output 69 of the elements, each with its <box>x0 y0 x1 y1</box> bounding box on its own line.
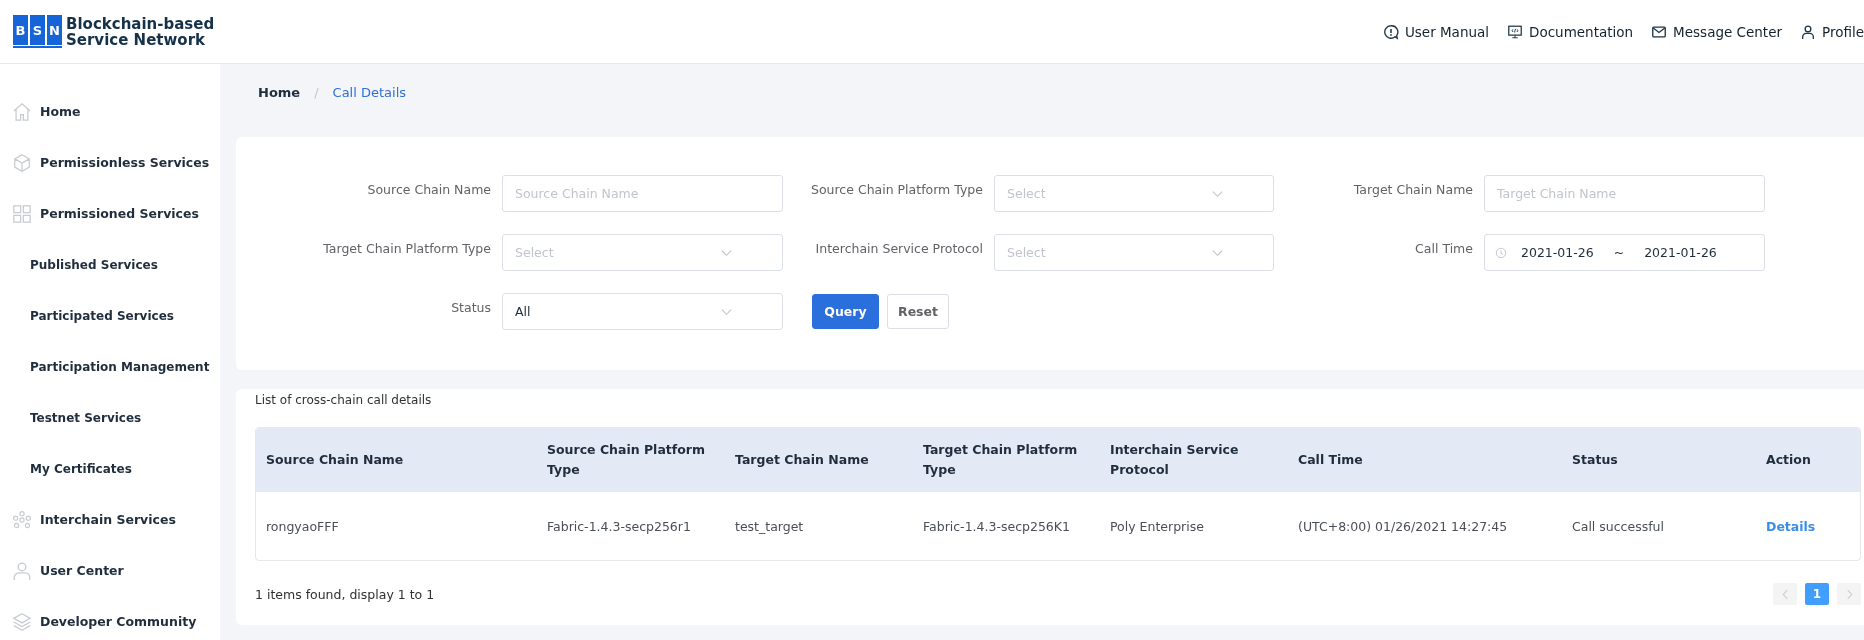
text-field[interactable]: Source Chain Name <box>502 175 783 212</box>
column-header: Interchain Service Protocol <box>1110 441 1240 479</box>
sidebar-subitem[interactable]: Testnet Services <box>0 392 220 443</box>
column-header: Source Chain Platform Type <box>547 441 706 479</box>
chevron-down-icon <box>1212 189 1223 198</box>
header-link[interactable]: User Manual <box>1382 23 1490 40</box>
clock-icon <box>1495 246 1507 259</box>
column-header: Action <box>1766 451 1812 469</box>
field-label: Call Time <box>1414 240 1474 256</box>
field-label: Target Chain Platform Type <box>322 240 492 256</box>
column-header: Source Chain Name <box>266 451 405 469</box>
sidebar-subitem[interactable]: Participation Management <box>0 341 220 392</box>
network-icon <box>12 509 32 530</box>
table-cell-text: rongyaoFFF <box>266 518 340 534</box>
user-icon <box>1800 23 1816 40</box>
select-field[interactable]: All <box>502 293 783 330</box>
result-summary: 1 items found, display 1 to 1 <box>255 586 435 602</box>
table-cell-text: test_target <box>735 518 805 534</box>
chevron-down-icon <box>721 248 732 257</box>
table-title: List of cross-chain call details <box>255 393 433 407</box>
column-header: Target Chain Platform Type <box>923 441 1079 479</box>
user-icon <box>12 560 32 581</box>
header-link[interactable]: Profile <box>1800 23 1864 40</box>
table-cell-text: (UTC+8:00) 01/26/2021 14:27:45 <box>1298 518 1509 534</box>
header-link[interactable]: Message Center <box>1651 23 1782 40</box>
chevron-left-icon <box>1781 588 1789 600</box>
envelope-icon <box>1651 23 1668 40</box>
date-range-field[interactable]: 2021-01-26 ~ 2021-01-26 <box>1484 234 1765 271</box>
logo-letter: N <box>47 15 62 45</box>
header-link[interactable]: Documentation <box>1507 23 1634 40</box>
chevron-down-icon <box>721 307 732 316</box>
house-icon <box>12 101 32 122</box>
field-label: Source Chain Platform Type <box>810 181 984 197</box>
text-field[interactable]: Target Chain Name <box>1484 175 1765 212</box>
query-button[interactable]: Query <box>812 294 879 329</box>
column-header: Call Time <box>1298 451 1364 469</box>
sidebar-subitem[interactable]: Participated Services <box>0 290 220 341</box>
field-label: Target Chain Name <box>1352 181 1474 197</box>
layers-icon <box>12 611 32 632</box>
column-header: Status <box>1572 451 1619 469</box>
sidebar-item[interactable]: Home <box>0 86 220 137</box>
cube-icon <box>12 152 32 173</box>
sidebar-item[interactable]: Permissionless Services <box>0 137 220 188</box>
sidebar-item[interactable]: Developer Community <box>0 596 220 640</box>
grid-icon <box>12 203 32 224</box>
table-cell-text: Fabric-1.4.3-secp256r1 <box>547 518 692 534</box>
table-cell-text: Poly Enterprise <box>1110 518 1205 534</box>
monitor-code-icon <box>1507 23 1524 40</box>
table-cell-text: Call successful <box>1572 518 1665 534</box>
sidebar-item[interactable]: Interchain Services <box>0 494 220 545</box>
column-header: Target Chain Name <box>735 451 870 469</box>
breadcrumb-link[interactable]: Call Details <box>332 84 407 100</box>
field-label: Interchain Service Protocol <box>814 240 984 256</box>
logo-title: Blockchain-based Service Network <box>66 15 215 48</box>
sidebar-item[interactable]: User Center <box>0 545 220 596</box>
logo-letter: S <box>30 15 45 45</box>
field-label: Status <box>450 299 492 315</box>
help-icon <box>1382 23 1399 40</box>
chevron-down-icon <box>1212 248 1223 257</box>
sidebar-subitem[interactable]: My Certificates <box>0 443 220 494</box>
breadcrumb-link[interactable]: Home <box>258 84 301 100</box>
logo-letter: B <box>13 15 28 45</box>
sidebar-item[interactable]: Permissioned Services <box>0 188 220 239</box>
sidebar-subitem[interactable]: Published Services <box>0 239 220 290</box>
reset-button[interactable]: Reset <box>887 294 949 329</box>
chevron-right-icon <box>1845 588 1853 600</box>
field-label: Source Chain Name <box>366 181 492 197</box>
table-cell-text: Fabric-1.4.3-secp256K1 <box>923 518 1071 534</box>
breadcrumb-separator: / <box>314 84 319 100</box>
